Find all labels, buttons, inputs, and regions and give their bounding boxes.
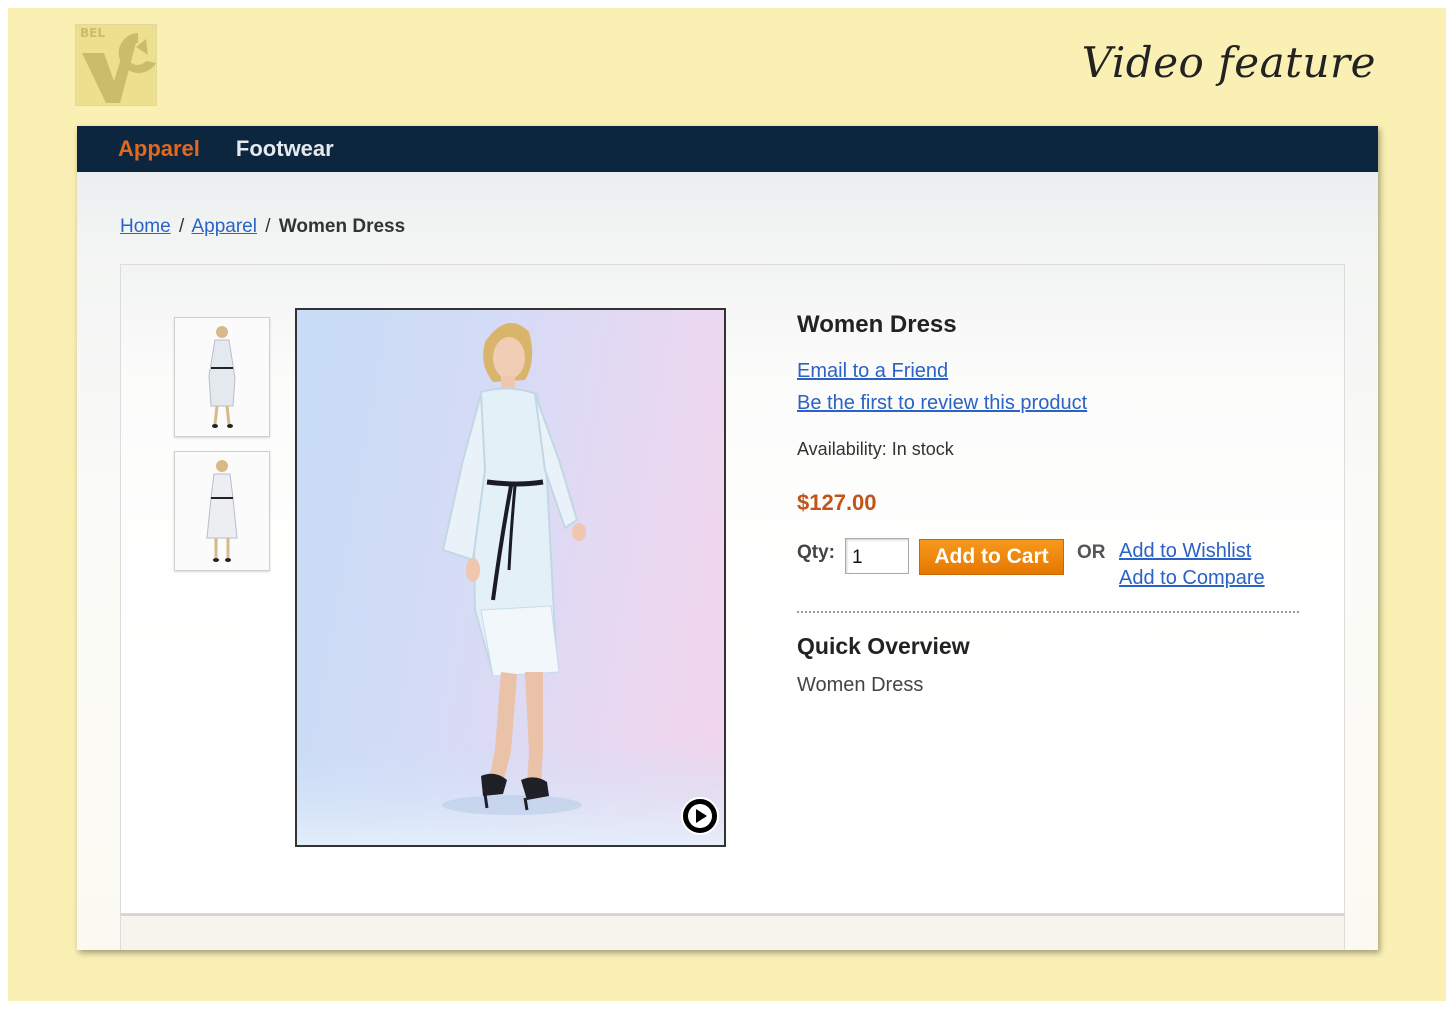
svg-text:BEL: BEL [80, 26, 105, 40]
breadcrumb-home[interactable]: Home [120, 216, 171, 237]
add-to-cart-button[interactable]: Add to Cart [919, 539, 1064, 575]
nav-item-apparel[interactable]: Apparel [118, 136, 200, 162]
product-thumbnail[interactable] [174, 451, 270, 571]
nav-item-footwear[interactable]: Footwear [236, 136, 334, 162]
qty-input[interactable]: 1 [845, 538, 909, 574]
add-to-cart-row: Qty: 1 Add to Cart OR Add to Wishlist Ad… [797, 538, 1317, 608]
quick-overview-text: Women Dress [797, 674, 924, 696]
breadcrumb-separator: / [265, 216, 271, 237]
review-link[interactable]: Be the first to review this product [797, 387, 1317, 419]
product-thumbnail[interactable] [174, 317, 270, 437]
add-to-compare-link[interactable]: Add to Compare [1119, 565, 1265, 592]
product-price: $127.00 [797, 490, 877, 515]
product-panel: Women Dress Email to a Friend Be the fir… [120, 264, 1345, 914]
main-nav: Apparel Footwear [77, 126, 1378, 172]
breadcrumb: Home / Apparel / Women Dress [120, 216, 405, 238]
play-icon[interactable] [681, 797, 719, 835]
qty-label: Qty: [797, 542, 835, 563]
tabs-panel-edge [120, 914, 1345, 950]
store-window: Apparel Footwear Home / Apparel / Women … [77, 126, 1378, 950]
product-name: Women Dress [797, 311, 957, 338]
brand-logo: BEL [75, 24, 157, 106]
add-to-wishlist-link[interactable]: Add to Wishlist [1119, 538, 1251, 565]
breadcrumb-apparel[interactable]: Apparel [191, 216, 257, 237]
quick-overview-title: Quick Overview [797, 633, 970, 659]
product-main-image[interactable] [295, 308, 726, 847]
breadcrumb-current: Women Dress [278, 216, 406, 237]
or-label: OR [1077, 542, 1106, 563]
breadcrumb-separator: / [178, 216, 185, 237]
email-friend-link[interactable]: Email to a Friend [797, 355, 1317, 387]
dotted-divider [797, 611, 1299, 613]
product-info: Women Dress Email to a Friend Be the fir… [797, 311, 1317, 697]
feature-title: Video feature [1081, 38, 1376, 87]
availability-status: Availability: In stock [797, 439, 954, 459]
